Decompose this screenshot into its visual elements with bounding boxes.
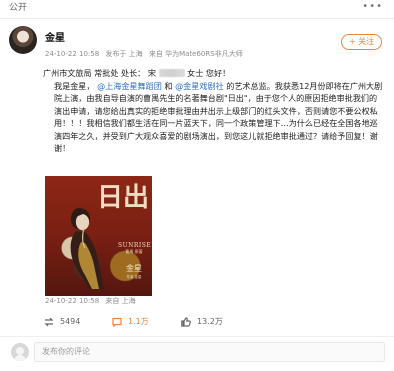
post-meta: 24-10-22 10:58 发布于 上海 来自 华为Mate60RS非凡大师 bbox=[45, 50, 247, 59]
poster-english-title: SUNRISE bbox=[118, 242, 152, 249]
poster-credit: 导演 金星 bbox=[126, 275, 142, 279]
post-image[interactable]: 日出 SUNRISE 曹禺 原著 金星 导演 金星 bbox=[45, 176, 152, 296]
footer-time: 24-10-22 10:58 bbox=[45, 297, 100, 305]
footer-location: 来自 上海 bbox=[105, 297, 136, 305]
visibility-label: 公开 bbox=[9, 3, 28, 13]
post-text-line2-c: 的艺术总监。我获悉12月份即将在广州大剧院上演，由我自导自演的曹禺先生的名著舞台… bbox=[54, 80, 383, 154]
post-line-2: 我是金星， @上海金星舞蹈团 和 @金星戏剧社 的艺术总监。我获悉12月份即将在… bbox=[43, 80, 385, 155]
post-text-line2-b: 和 bbox=[164, 80, 176, 91]
follow-button[interactable]: + 关注 bbox=[341, 34, 382, 50]
comment-area: 发布你的评论 bbox=[0, 336, 394, 371]
poster-name: 金星 bbox=[126, 264, 142, 273]
like-button[interactable]: 13.2万 bbox=[180, 315, 223, 329]
author-name[interactable]: 金星 bbox=[45, 33, 65, 45]
repost-button[interactable]: 5494 bbox=[43, 315, 80, 329]
post-text-line2-a: 我是金星， bbox=[54, 80, 95, 91]
mention-drama-club[interactable]: @金星戏剧社 bbox=[175, 81, 224, 91]
mention-shanghai-dance[interactable]: @上海金星舞蹈团 bbox=[97, 81, 162, 91]
user-avatar bbox=[11, 343, 29, 361]
poster-subtitle: 曹禺 原著 bbox=[125, 249, 143, 254]
post-body: 广州市文旅局 常批处 处长： 宋 女士 您好！ 我是金星， @上海金星舞蹈团 和… bbox=[43, 67, 385, 155]
like-count: 13.2万 bbox=[197, 317, 223, 326]
more-options-icon[interactable]: ••• bbox=[362, 1, 383, 13]
post-time: 24-10-22 10:58 bbox=[45, 50, 100, 58]
action-bar: 5494 1.1万 13.2万 bbox=[0, 311, 394, 334]
comment-icon bbox=[112, 317, 122, 328]
post-device: 来自 华为Mate60RS非凡大师 bbox=[148, 50, 243, 58]
avatar[interactable] bbox=[9, 26, 37, 54]
comment-input[interactable]: 发布你的评论 bbox=[34, 342, 385, 362]
post-header-bar: 公开 ••• bbox=[0, 0, 394, 19]
post-location: 发布于 上海 bbox=[105, 50, 143, 58]
post-text-line1-b: 宋 bbox=[147, 68, 156, 78]
post-footer-meta: 24-10-22 10:58 来自 上海 bbox=[45, 297, 140, 306]
redacted-name bbox=[158, 69, 185, 77]
repost-count: 5494 bbox=[60, 317, 81, 326]
comment-count: 1.1万 bbox=[128, 317, 149, 326]
post-line-1: 广州市文旅局 常批处 处长： 宋 女士 您好！ bbox=[43, 67, 385, 80]
like-icon bbox=[181, 317, 191, 327]
poster-title: 日出 bbox=[96, 183, 149, 213]
post-text-line1-c: 女士 您好！ bbox=[187, 68, 231, 78]
comment-button[interactable]: 1.1万 bbox=[111, 315, 149, 329]
repost-icon bbox=[44, 317, 54, 327]
post-text-line1-a: 广州市文旅局 常批处 处长： bbox=[43, 68, 146, 78]
